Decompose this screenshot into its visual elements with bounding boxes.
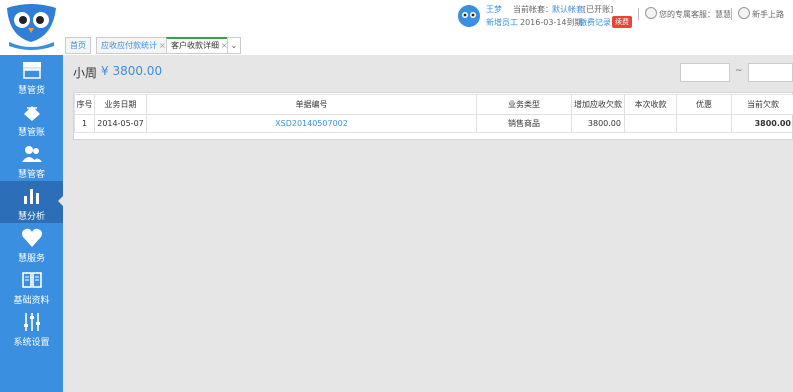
- user-name[interactable]: 王梦: [486, 4, 502, 15]
- sidebar-item-label: 系统设置: [13, 338, 50, 348]
- cell-received: [624, 114, 677, 133]
- column-header[interactable]: 增加应收欠款: [571, 94, 625, 115]
- avatar[interactable]: [458, 5, 480, 27]
- sidebar: 慧管货 慧管账 慧管客 慧分析 慧服务 基础资料 系统设置: [0, 0, 63, 392]
- column-header[interactable]: 优惠: [676, 94, 732, 115]
- sidebar-item-goods[interactable]: 慧管货: [0, 55, 63, 97]
- column-header[interactable]: 业务类型: [476, 94, 572, 115]
- sidebar-item-label: 慧服务: [17, 254, 45, 264]
- cell-increase: 3800.00: [571, 114, 625, 133]
- divider: [731, 8, 732, 20]
- main-content: 小周 ¥ 3800.00 ~ 序号 业务日期 单据编号 业务类型 增加应收欠款 …: [63, 55, 793, 392]
- bar-chart-icon: [23, 189, 39, 204]
- sliders-icon: [23, 313, 40, 331]
- ledger-icon: [23, 106, 40, 121]
- receipts-table: 序号 业务日期 单据编号 业务类型 增加应收欠款 本次收款 优惠 当前欠款 1 …: [73, 92, 793, 140]
- account-name[interactable]: 默认帐套: [552, 4, 584, 15]
- column-header[interactable]: 业务日期: [94, 94, 147, 115]
- start-date-input[interactable]: [680, 63, 730, 82]
- column-header[interactable]: 本次收款: [624, 94, 677, 115]
- customers-icon: [21, 146, 42, 162]
- table-header-row: 序号 业务日期 单据编号 业务类型 增加应收欠款 本次收款 优惠 当前欠款: [74, 94, 793, 115]
- tab-label: 客户收款详细: [171, 41, 219, 50]
- sidebar-item-service[interactable]: 慧服务: [0, 223, 63, 265]
- sidebar-item-label: 慧管客: [17, 170, 45, 180]
- owl-logo-icon: [7, 4, 56, 50]
- store-icon: [22, 62, 41, 79]
- sidebar-item-settings[interactable]: 系统设置: [0, 307, 63, 349]
- add-staff-link[interactable]: 新增员工: [486, 17, 518, 28]
- table-row: 1 2014-05-07 XSD20140507002 销售商品 3800.00…: [74, 114, 793, 133]
- guide-icon: [738, 7, 750, 19]
- document-number-link[interactable]: XSD20140507002: [146, 114, 477, 133]
- cell-discount: [676, 114, 732, 133]
- cell-index: 1: [74, 114, 95, 133]
- customer-amount: ¥ 3800.00: [101, 64, 163, 78]
- customer-name: 小周: [73, 66, 98, 80]
- sidebar-item-label: 基础资料: [13, 296, 50, 306]
- sidebar-item-analysis[interactable]: 慧分析: [0, 181, 63, 223]
- account-status: [已开账]: [583, 5, 614, 14]
- column-header[interactable]: 单据编号: [146, 94, 477, 115]
- account-label: 当前帐套：: [513, 5, 553, 14]
- sidebar-item-accounts[interactable]: 慧管账: [0, 97, 63, 139]
- sidebar-item-label: 慧管账: [17, 128, 45, 138]
- end-date-input[interactable]: [748, 63, 793, 82]
- book-icon: [21, 272, 42, 288]
- sidebar-item-customers[interactable]: 慧管客: [0, 139, 63, 181]
- heart-icon: [21, 228, 42, 247]
- logo: [0, 0, 63, 55]
- divider: [638, 8, 639, 20]
- renew-button[interactable]: 续费: [612, 16, 632, 28]
- column-header[interactable]: 序号: [74, 94, 95, 115]
- cell-balance: 3800.00: [731, 114, 793, 133]
- tab-more-dropdown[interactable]: ⌄: [227, 37, 241, 54]
- payment-records-link[interactable]: 缴费记录: [579, 17, 611, 28]
- tab-home[interactable]: 首页: [65, 37, 91, 54]
- cell-type: 销售商品: [476, 114, 572, 133]
- sidebar-nav: 慧管货 慧管账 慧管客 慧分析 慧服务 基础资料 系统设置: [0, 55, 63, 349]
- sidebar-item-basic-data[interactable]: 基础资料: [0, 265, 63, 307]
- service-contact[interactable]: 您的专属客服：慧慧: [659, 9, 731, 20]
- cell-date: 2014-05-07: [94, 114, 147, 133]
- tab-label: 应收应付款统计: [101, 41, 157, 50]
- service-icon: [645, 7, 657, 19]
- tab-receivables[interactable]: 应收应付款统计 ×: [96, 37, 171, 54]
- expire-date: 2016-03-14到期: [520, 18, 583, 27]
- sidebar-item-label: 慧管货: [17, 86, 45, 96]
- owl-avatar-icon: [458, 5, 480, 27]
- close-icon[interactable]: ×: [159, 41, 166, 50]
- tab-label: 首页: [70, 41, 86, 50]
- column-header[interactable]: 当前欠款: [731, 94, 793, 115]
- sidebar-item-label: 慧分析: [17, 212, 45, 222]
- beginner-guide-link[interactable]: 新手上路: [752, 9, 784, 20]
- tab-customer-detail[interactable]: 客户收款详细 ×: [166, 37, 233, 54]
- date-separator: ~: [735, 66, 743, 76]
